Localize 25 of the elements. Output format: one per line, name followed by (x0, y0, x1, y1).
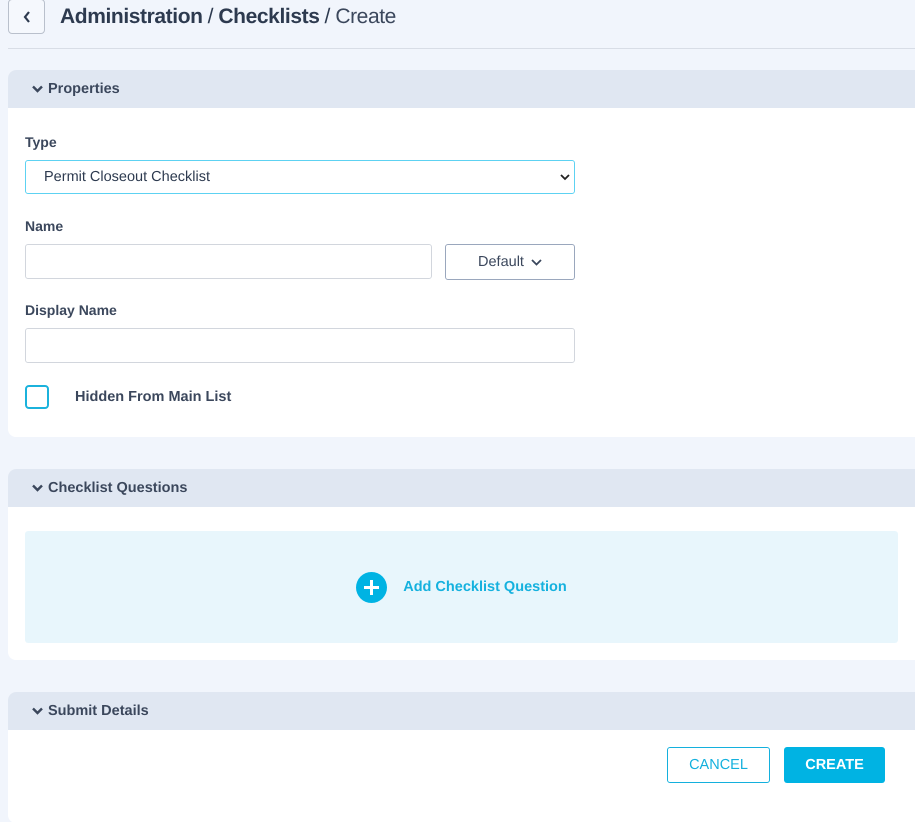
chevron-down-icon (32, 484, 43, 492)
breadcrumb-link[interactable]: Checklists (218, 5, 320, 29)
breadcrumb-separator: / (324, 5, 330, 29)
back-button[interactable] (8, 0, 45, 34)
chevron-down-icon (530, 258, 542, 266)
field-label: Name (25, 218, 64, 234)
chevron-down-icon (32, 85, 43, 93)
section-header[interactable]: Properties (8, 70, 915, 108)
checkbox-label: Hidden From Main List (75, 389, 232, 405)
name-input[interactable] (25, 244, 432, 279)
chevron-down-icon (560, 174, 570, 180)
display-name-input[interactable] (25, 328, 575, 363)
field-label: Display Name (25, 302, 117, 318)
chevron-down-icon (32, 707, 43, 715)
back-icon (22, 10, 30, 22)
type-select[interactable]: Permit Closeout Checklist (25, 160, 575, 194)
current-page-name: Create (335, 5, 396, 29)
plus-circle-icon (356, 572, 388, 602)
breadcrumb-separator: / (208, 5, 214, 29)
checkbox[interactable] (25, 385, 49, 409)
field-label: Type (25, 134, 57, 150)
default-dropdown-button[interactable]: Default (445, 244, 575, 280)
section-header[interactable]: Checklist Questions (8, 469, 915, 507)
breadcrumb-link[interactable]: Administration (60, 5, 203, 29)
section-header[interactable]: Submit Details (8, 692, 915, 730)
